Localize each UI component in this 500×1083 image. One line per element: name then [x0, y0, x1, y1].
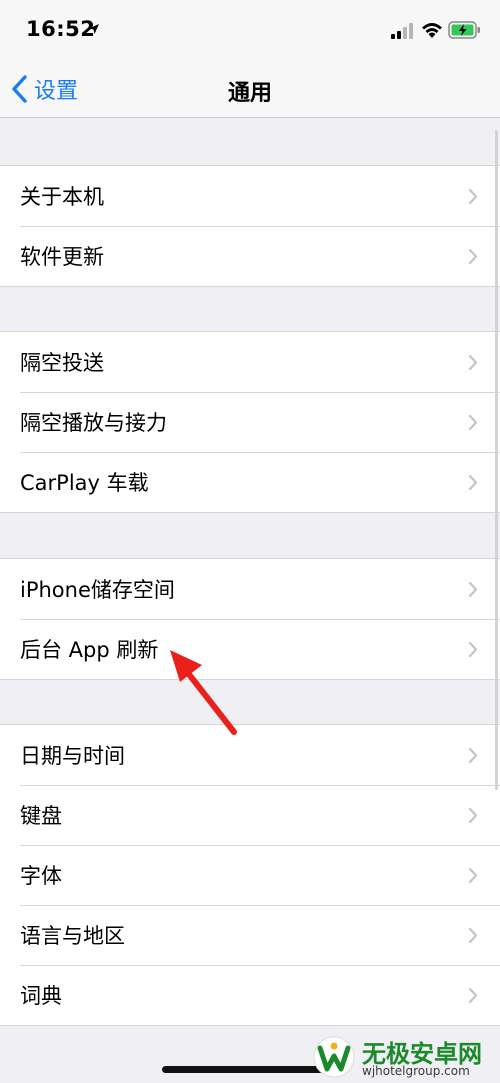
cellular-signal-icon [391, 23, 413, 39]
list-item-label: 软件更新 [20, 245, 104, 269]
chevron-right-icon [468, 807, 478, 824]
chevron-right-icon [468, 354, 478, 371]
list-item-label: iPhone储存空间 [20, 578, 175, 602]
chevron-right-icon [468, 581, 478, 598]
list-item-iphone-storage[interactable]: iPhone储存空间 [0, 559, 500, 619]
list-item-label: 隔空播放与接力 [20, 411, 167, 435]
battery-charging-icon [448, 21, 480, 39]
scrollbar[interactable] [495, 130, 498, 790]
list-item-dictionary[interactable]: 词典 [0, 965, 500, 1025]
page-title: 通用 [227, 81, 272, 106]
chevron-right-icon [468, 474, 478, 491]
list-item-airdrop[interactable]: 隔空投送 [0, 332, 500, 392]
chevron-right-icon [468, 927, 478, 944]
list-item-keyboard[interactable]: 键盘 [0, 785, 500, 845]
list-item-label: 字体 [20, 864, 62, 888]
list-item-label: 日期与时间 [20, 744, 125, 768]
status-bar: 16:52 [0, 0, 500, 60]
list-item-label: 关于本机 [20, 185, 104, 209]
settings-group-locale: 日期与时间 键盘 字体 语言与地区 词典 [0, 724, 500, 1026]
watermark-logo-icon [313, 1036, 355, 1078]
list-item-language-region[interactable]: 语言与地区 [0, 905, 500, 965]
status-time: 16:52 [26, 17, 96, 41]
chevron-right-icon [468, 248, 478, 265]
settings-general-screen: 16:52 设置 通用 关于本机 软件更新 隔空投送 隔空播放与接力 CarPl… [0, 0, 500, 1083]
list-item-fonts[interactable]: 字体 [0, 845, 500, 905]
list-item-software-update[interactable]: 软件更新 [0, 226, 500, 286]
chevron-right-icon [468, 867, 478, 884]
list-item-label: 后台 App 刷新 [20, 638, 159, 662]
list-item-label: CarPlay 车载 [20, 471, 149, 495]
list-item-background-app-refresh[interactable]: 后台 App 刷新 [0, 619, 500, 679]
list-item-label: 键盘 [20, 804, 62, 828]
navigation-bar: 设置 通用 [0, 60, 500, 118]
list-item-airplay-handoff[interactable]: 隔空播放与接力 [0, 392, 500, 452]
settings-group-storage: iPhone储存空间 后台 App 刷新 [0, 558, 500, 680]
list-item-carplay[interactable]: CarPlay 车载 [0, 452, 500, 512]
chevron-right-icon [468, 414, 478, 431]
list-item-label: 语言与地区 [20, 924, 125, 948]
list-item-date-time[interactable]: 日期与时间 [0, 725, 500, 785]
chevron-right-icon [468, 747, 478, 764]
watermark: 无极安卓网 wjhotelgroup.com [302, 1030, 500, 1083]
wifi-icon [422, 23, 442, 38]
location-arrow-icon [89, 24, 99, 34]
list-item-label: 词典 [20, 984, 62, 1008]
list-item-about[interactable]: 关于本机 [0, 166, 500, 226]
chevron-right-icon [468, 188, 478, 205]
settings-group-about: 关于本机 软件更新 [0, 165, 500, 287]
watermark-subtitle: wjhotelgroup.com [362, 1064, 470, 1078]
list-item-label: 隔空投送 [20, 351, 104, 375]
chevron-right-icon [468, 987, 478, 1004]
chevron-right-icon [468, 641, 478, 658]
red-arrow-annotation-icon [170, 650, 237, 735]
settings-group-airdrop: 隔空投送 隔空播放与接力 CarPlay 车载 [0, 331, 500, 513]
